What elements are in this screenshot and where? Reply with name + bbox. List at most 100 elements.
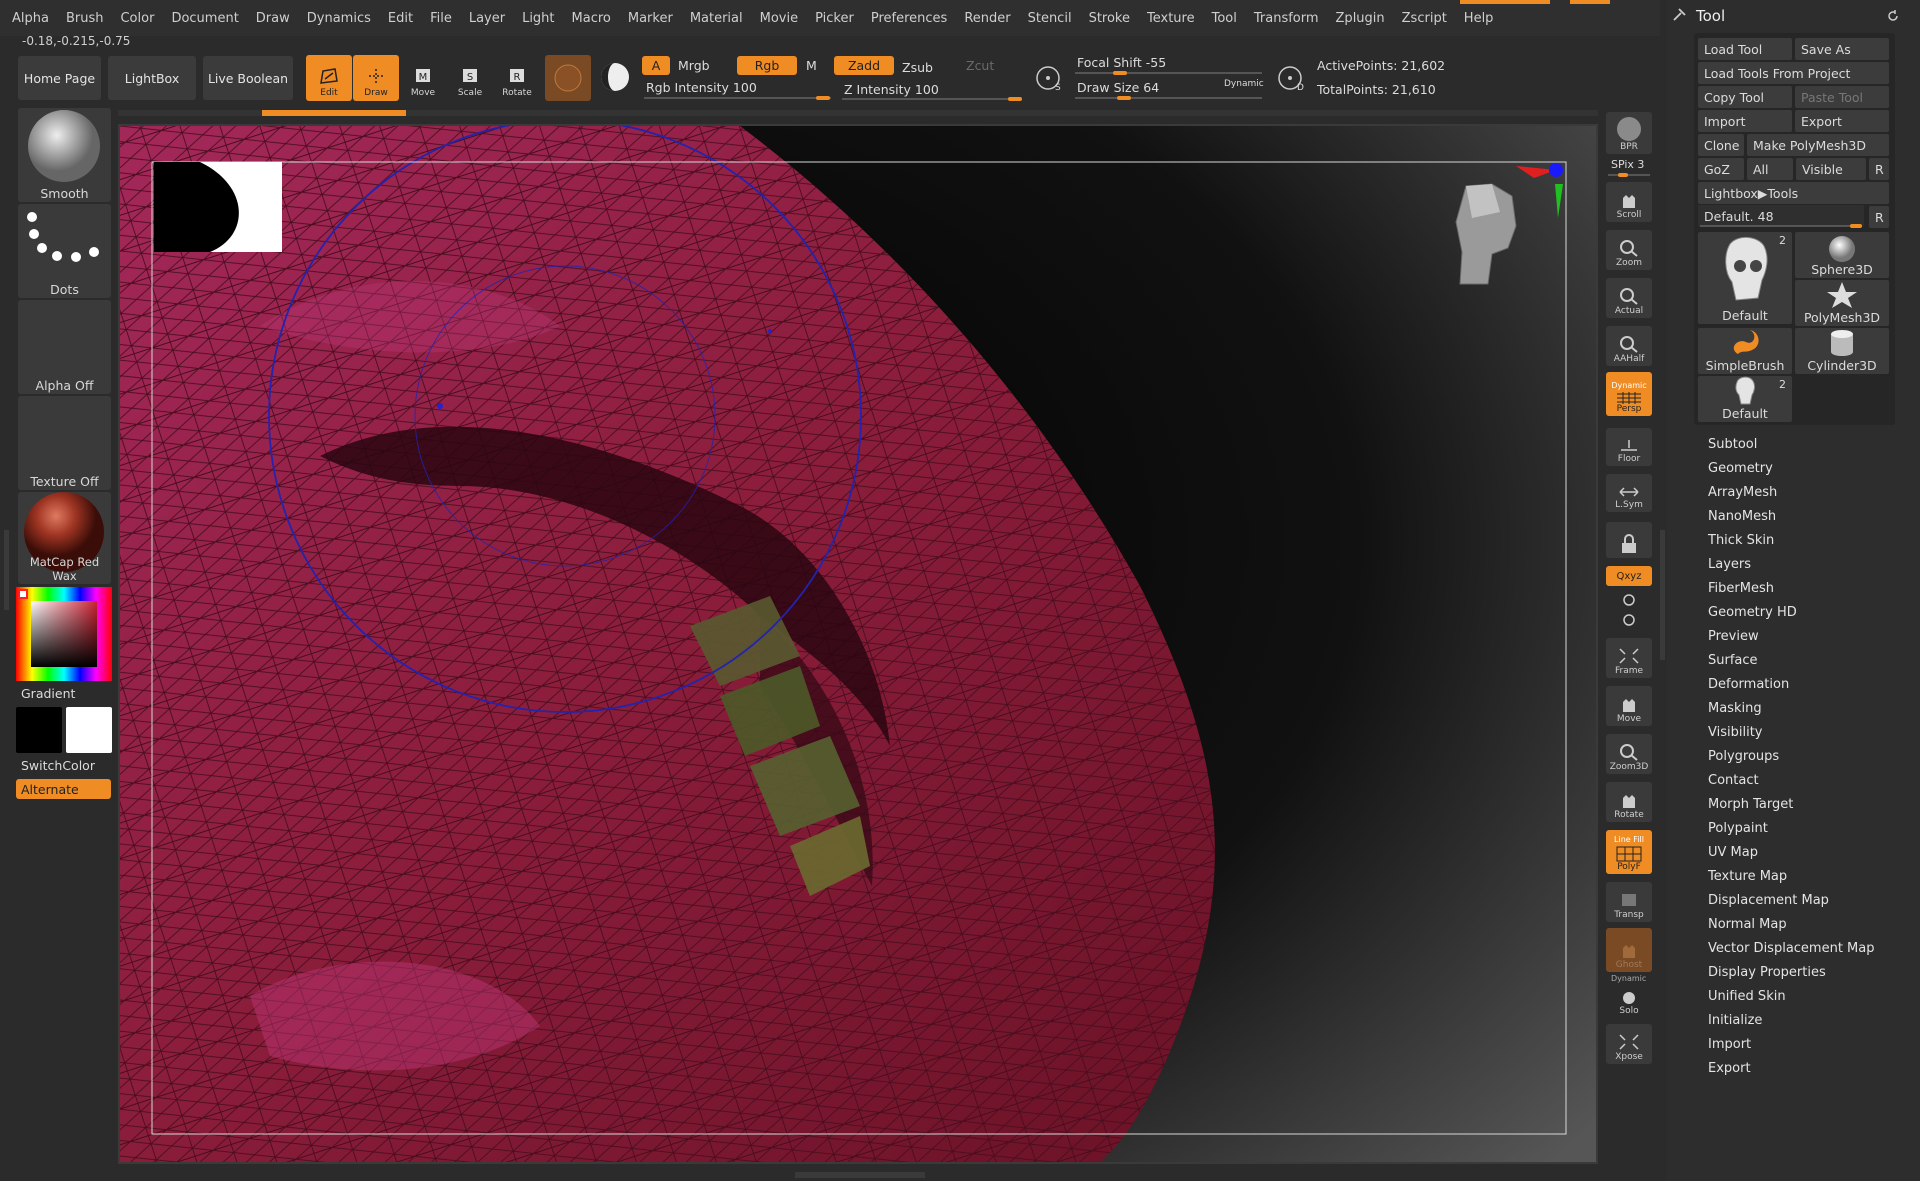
menu-stencil[interactable]: Stencil (1028, 11, 1072, 26)
scroll-button[interactable]: Scroll (1606, 182, 1652, 222)
rotate-z-toggle[interactable] (1606, 612, 1652, 630)
color-picker-square[interactable] (31, 601, 97, 667)
floor-button[interactable]: Floor (1606, 428, 1652, 466)
menu-tool[interactable]: Tool (1212, 11, 1237, 26)
menu-edit[interactable]: Edit (388, 11, 413, 26)
section-vector-displacement-map[interactable]: Vector Displacement Map (1708, 941, 1875, 956)
section-preview[interactable]: Preview (1708, 629, 1759, 644)
all-button[interactable]: All (1747, 158, 1793, 180)
ghost-button[interactable]: Ghost (1606, 928, 1652, 972)
lazy-mouse-s-button[interactable]: S (1030, 60, 1066, 96)
menu-draw[interactable]: Draw (256, 11, 290, 26)
main-color-swatch[interactable] (66, 707, 112, 753)
menu-dynamics[interactable]: Dynamics (307, 11, 371, 26)
a-button[interactable]: A (642, 56, 670, 75)
section-normal-map[interactable]: Normal Map (1708, 917, 1787, 932)
zadd-button[interactable]: Zadd (834, 56, 894, 75)
move-view-button[interactable]: Move (1606, 686, 1652, 726)
section-deformation[interactable]: Deformation (1708, 677, 1789, 692)
visible-button[interactable]: Visible (1796, 158, 1866, 180)
section-unified-skin[interactable]: Unified Skin (1708, 989, 1786, 1004)
load-tools-from-project-button[interactable]: Load Tools From Project (1698, 62, 1889, 84)
m-button[interactable]: M (806, 58, 817, 73)
tool-tile-simplebrush[interactable]: SimpleBrush (1698, 328, 1792, 374)
goz-r-button[interactable]: R (1869, 158, 1889, 180)
section-export[interactable]: Export (1708, 1061, 1751, 1076)
spix-slider[interactable] (1608, 173, 1650, 177)
mrgb-button[interactable]: Mrgb (678, 58, 710, 73)
tool-r-button[interactable]: R (1869, 206, 1889, 228)
menu-movie[interactable]: Movie (760, 11, 798, 26)
xpose-button[interactable]: Xpose (1606, 1024, 1652, 1064)
menu-preferences[interactable]: Preferences (871, 11, 947, 26)
section-masking[interactable]: Masking (1708, 701, 1762, 716)
menu-stroke[interactable]: Stroke (1089, 11, 1130, 26)
palette-pin-icon[interactable] (1672, 6, 1688, 22)
menu-zscript[interactable]: Zscript (1402, 11, 1447, 26)
home-page-button[interactable]: Home Page (18, 56, 101, 100)
section-polygroups[interactable]: Polygroups (1708, 749, 1779, 764)
draw-size-slider[interactable] (1075, 96, 1262, 100)
zsub-button[interactable]: Zsub (902, 60, 933, 75)
move-mode-button[interactable]: M Move (400, 55, 446, 101)
dynamic-toggle[interactable]: Dynamic (1224, 79, 1264, 89)
section-initialize[interactable]: Initialize (1708, 1013, 1762, 1028)
switch-color-button[interactable]: SwitchColor (21, 758, 95, 773)
viewport-canvas[interactable] (120, 126, 1596, 1162)
z-intensity-slider[interactable] (842, 97, 1022, 101)
section-import[interactable]: Import (1708, 1037, 1751, 1052)
xyz-button[interactable]: Qxyz (1606, 566, 1652, 586)
focal-shift-slider[interactable] (1075, 71, 1262, 75)
tool-tile-sphere3d[interactable]: Sphere3D (1795, 232, 1889, 278)
rotate-mode-button[interactable]: R Rotate (494, 55, 540, 101)
tool-default-slider-track[interactable] (1700, 224, 1862, 228)
brush-smooth-tile[interactable]: Smooth (18, 108, 111, 202)
copy-tool-button[interactable]: Copy Tool (1698, 86, 1792, 108)
dynamic-d-button[interactable]: D (1272, 60, 1308, 96)
menu-color[interactable]: Color (120, 11, 154, 26)
section-subtool[interactable]: Subtool (1708, 437, 1757, 452)
rgb-intensity-slider[interactable] (644, 96, 831, 100)
section-polypaint[interactable]: Polypaint (1708, 821, 1768, 836)
tool-tile-cylinder3d[interactable]: Cylinder3D (1795, 328, 1889, 374)
color-picker-marker[interactable] (18, 589, 28, 599)
right-tray-handle[interactable] (1660, 530, 1665, 660)
section-contact[interactable]: Contact (1708, 773, 1759, 788)
section-geometry[interactable]: Geometry (1708, 461, 1773, 476)
section-layers[interactable]: Layers (1708, 557, 1751, 572)
aahalf-button[interactable]: AAHalf (1606, 326, 1652, 366)
menu-macro[interactable]: Macro (572, 11, 611, 26)
alternate-button[interactable]: Alternate (16, 779, 111, 799)
import-button[interactable]: Import (1698, 110, 1792, 132)
solo-button[interactable]: Solo (1606, 984, 1652, 1018)
stroke-dots-tile[interactable]: Dots (18, 204, 111, 298)
export-button[interactable]: Export (1795, 110, 1889, 132)
paste-tool-button[interactable]: Paste Tool (1795, 86, 1889, 108)
actual-button[interactable]: Actual (1606, 278, 1652, 318)
rgb-button[interactable]: Rgb (737, 56, 797, 75)
zoom-button[interactable]: Zoom (1606, 230, 1652, 270)
lightbox-tools-button[interactable]: Lightbox▶Tools (1698, 182, 1889, 204)
zoom3d-button[interactable]: Zoom3D (1606, 734, 1652, 774)
edit-mode-button[interactable]: Edit (306, 55, 352, 101)
make-polymesh3d-button[interactable]: Make PolyMesh3D (1747, 134, 1889, 156)
load-tool-button[interactable]: Load Tool (1698, 38, 1792, 60)
tool-tile-default-2[interactable]: 2 Default (1698, 376, 1792, 422)
draw-mode-button[interactable]: Draw (353, 55, 399, 101)
lightbox-button[interactable]: LightBox (108, 56, 196, 100)
tool-tile-default[interactable]: 2 Default (1698, 232, 1792, 324)
save-as-button[interactable]: Save As (1795, 38, 1889, 60)
rotate-y-toggle[interactable] (1606, 592, 1652, 610)
menu-render[interactable]: Render (964, 11, 1010, 26)
palette-reset-icon[interactable] (1886, 9, 1900, 23)
texture-tile[interactable]: Texture Off (18, 396, 111, 490)
alpha-tile[interactable]: Alpha Off (18, 300, 111, 394)
section-visibility[interactable]: Visibility (1708, 725, 1762, 740)
section-display-properties[interactable]: Display Properties (1708, 965, 1826, 980)
section-geometry-hd[interactable]: Geometry HD (1708, 605, 1797, 620)
menu-alpha[interactable]: Alpha (12, 11, 49, 26)
menu-help[interactable]: Help (1464, 11, 1494, 26)
tool-tile-polymesh3d[interactable]: PolyMesh3D (1795, 280, 1889, 326)
section-morph-target[interactable]: Morph Target (1708, 797, 1793, 812)
menu-layer[interactable]: Layer (469, 11, 505, 26)
